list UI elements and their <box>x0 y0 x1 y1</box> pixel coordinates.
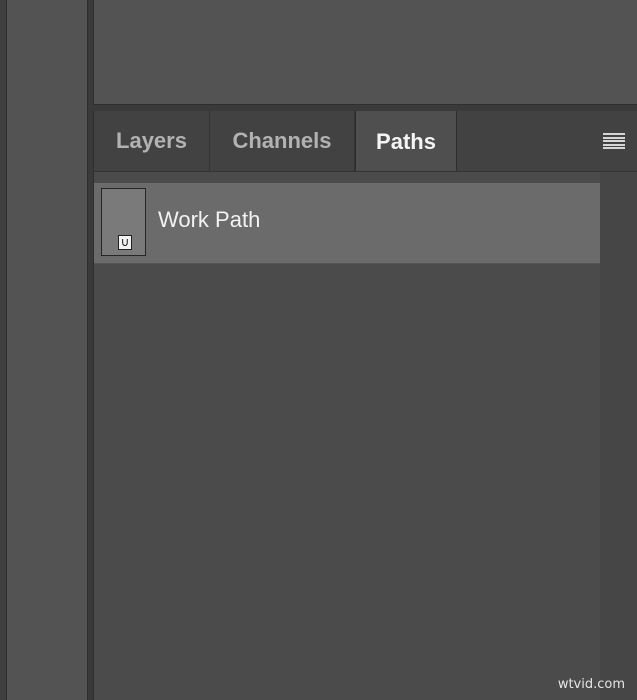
tab-channels-label: Channels <box>232 128 332 153</box>
tab-channels[interactable]: Channels <box>210 111 355 171</box>
path-thumbnail-icon: ∪ <box>118 235 132 250</box>
paths-panel-tab-bar: Layers Channels Paths <box>93 111 637 172</box>
paths-list-scrollbar[interactable] <box>600 172 637 700</box>
tab-paths-label: Paths <box>376 128 436 154</box>
panel-menu-icon[interactable] <box>603 133 625 149</box>
photoshop-workspace: Layers Channels Paths ∪ Work Path wtvid.… <box>0 0 637 700</box>
tab-paths[interactable]: Paths <box>355 111 457 172</box>
path-row-work-path[interactable]: ∪ Work Path <box>94 183 600 264</box>
path-thumbnail: ∪ <box>101 188 146 256</box>
tab-layers[interactable]: Layers <box>94 111 210 171</box>
path-name-label[interactable]: Work Path <box>158 207 260 233</box>
tab-layers-label: Layers <box>116 128 187 153</box>
left-edge-strip <box>0 0 7 700</box>
upper-panel <box>93 0 637 105</box>
left-toolbar-panel <box>7 0 88 700</box>
watermark-text: wtvid.com <box>557 677 625 692</box>
